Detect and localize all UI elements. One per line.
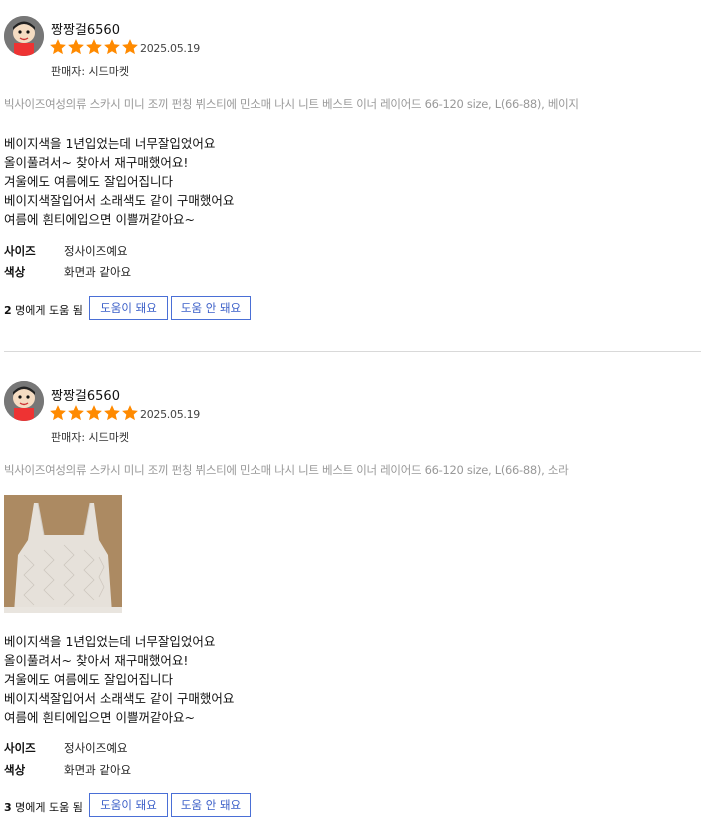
attr-color: 색상 화면과 같아요 <box>4 762 131 778</box>
attr-value: 정사이즈예요 <box>64 244 128 258</box>
review-body: 베이지색을 1년입었는데 너무잘입었어요 올이풀려서~ 찾아서 재구매했어요! … <box>4 134 234 229</box>
avatar-cartoon-icon <box>4 381 44 421</box>
star-rating <box>49 38 139 56</box>
attr-size: 사이즈 정사이즈예요 <box>4 243 127 259</box>
seller-name: 판매자: 시드마켓 <box>51 431 130 444</box>
attr-size: 사이즈 정사이즈예요 <box>4 740 127 756</box>
review-card: 짱짱걸6560 2025.05.19 판매자: 시드마켓 빅사이즈여성의류 스카… <box>0 0 701 352</box>
star-icon <box>86 39 102 55</box>
star-icon <box>86 405 102 421</box>
helpful-no-button[interactable]: 도움 안 돼요 <box>171 793 251 817</box>
attr-color: 색상 화면과 같아요 <box>4 264 131 280</box>
attr-key: 사이즈 <box>4 741 36 755</box>
review-photo[interactable] <box>4 495 122 613</box>
review-line: 여름에 흰티에입으면 이쁠꺼같아요~ <box>4 710 195 725</box>
review-line: 겨울에도 여름에도 잘입어집니다 <box>4 672 173 687</box>
review-line: 베이지색을 1년입었는데 너무잘입었어요 <box>4 634 216 649</box>
review-line: 베이지색잘입어서 소래색도 같이 구매했어요 <box>4 193 235 208</box>
star-icon <box>68 39 84 55</box>
avatar[interactable] <box>4 16 44 56</box>
helpful-yes-button[interactable]: 도움이 돼요 <box>89 793 168 817</box>
reviewer-name: 짱짱걸6560 <box>51 389 120 404</box>
product-option: 빅사이즈여성의류 스카시 미니 조끼 펀칭 뷔스티에 민소매 나시 니트 베스트… <box>4 463 569 477</box>
avatar-cartoon-icon <box>4 16 44 56</box>
review-card: 짱짱걸6560 2025.05.19 판매자: 시드마켓 빅사이즈여성의류 스카… <box>0 352 701 836</box>
helpful-number: 3 <box>4 801 12 814</box>
review-date: 2025.05.19 <box>140 408 200 421</box>
knit-vest-photo <box>4 495 122 613</box>
helpful-yes-button[interactable]: 도움이 돼요 <box>89 296 168 320</box>
review-line: 여름에 흰티에입으면 이쁠꺼같아요~ <box>4 212 195 227</box>
star-icon <box>122 39 138 55</box>
attr-key: 사이즈 <box>4 244 36 258</box>
star-icon <box>122 405 138 421</box>
review-line: 올이풀려서~ 찾아서 재구매했어요! <box>4 653 189 668</box>
review-line: 베이지색을 1년입었는데 너무잘입었어요 <box>4 136 216 151</box>
star-icon <box>104 39 120 55</box>
helpful-count: 3 명에게 도움 됨 <box>4 799 83 815</box>
review-line: 겨울에도 여름에도 잘입어집니다 <box>4 174 173 189</box>
attr-value: 화면과 같아요 <box>64 265 132 279</box>
attr-key: 색상 <box>4 763 26 777</box>
attr-value: 정사이즈예요 <box>64 741 128 755</box>
reviewer-name: 짱짱걸6560 <box>51 23 120 38</box>
review-line: 베이지색잘입어서 소래색도 같이 구매했어요 <box>4 691 235 706</box>
attr-key: 색상 <box>4 265 26 279</box>
seller-name: 판매자: 시드마켓 <box>51 65 130 78</box>
review-body: 베이지색을 1년입었는데 너무잘입었어요 올이풀려서~ 찾아서 재구매했어요! … <box>4 632 234 727</box>
avatar[interactable] <box>4 381 44 421</box>
attr-value: 화면과 같아요 <box>64 763 132 777</box>
star-icon <box>104 405 120 421</box>
review-date: 2025.05.19 <box>140 42 200 55</box>
helpful-label: 명에게 도움 됨 <box>11 304 83 317</box>
star-icon <box>68 405 84 421</box>
star-icon <box>50 405 66 421</box>
helpful-no-button[interactable]: 도움 안 돼요 <box>171 296 251 320</box>
product-option: 빅사이즈여성의류 스카시 미니 조끼 펀칭 뷔스티에 민소매 나시 니트 베스트… <box>4 97 579 111</box>
star-rating <box>49 404 139 422</box>
review-line: 올이풀려서~ 찾아서 재구매했어요! <box>4 155 189 170</box>
helpful-count: 2 명에게 도움 됨 <box>4 302 83 318</box>
helpful-number: 2 <box>4 304 12 317</box>
star-icon <box>50 39 66 55</box>
helpful-label: 명에게 도움 됨 <box>11 801 83 814</box>
